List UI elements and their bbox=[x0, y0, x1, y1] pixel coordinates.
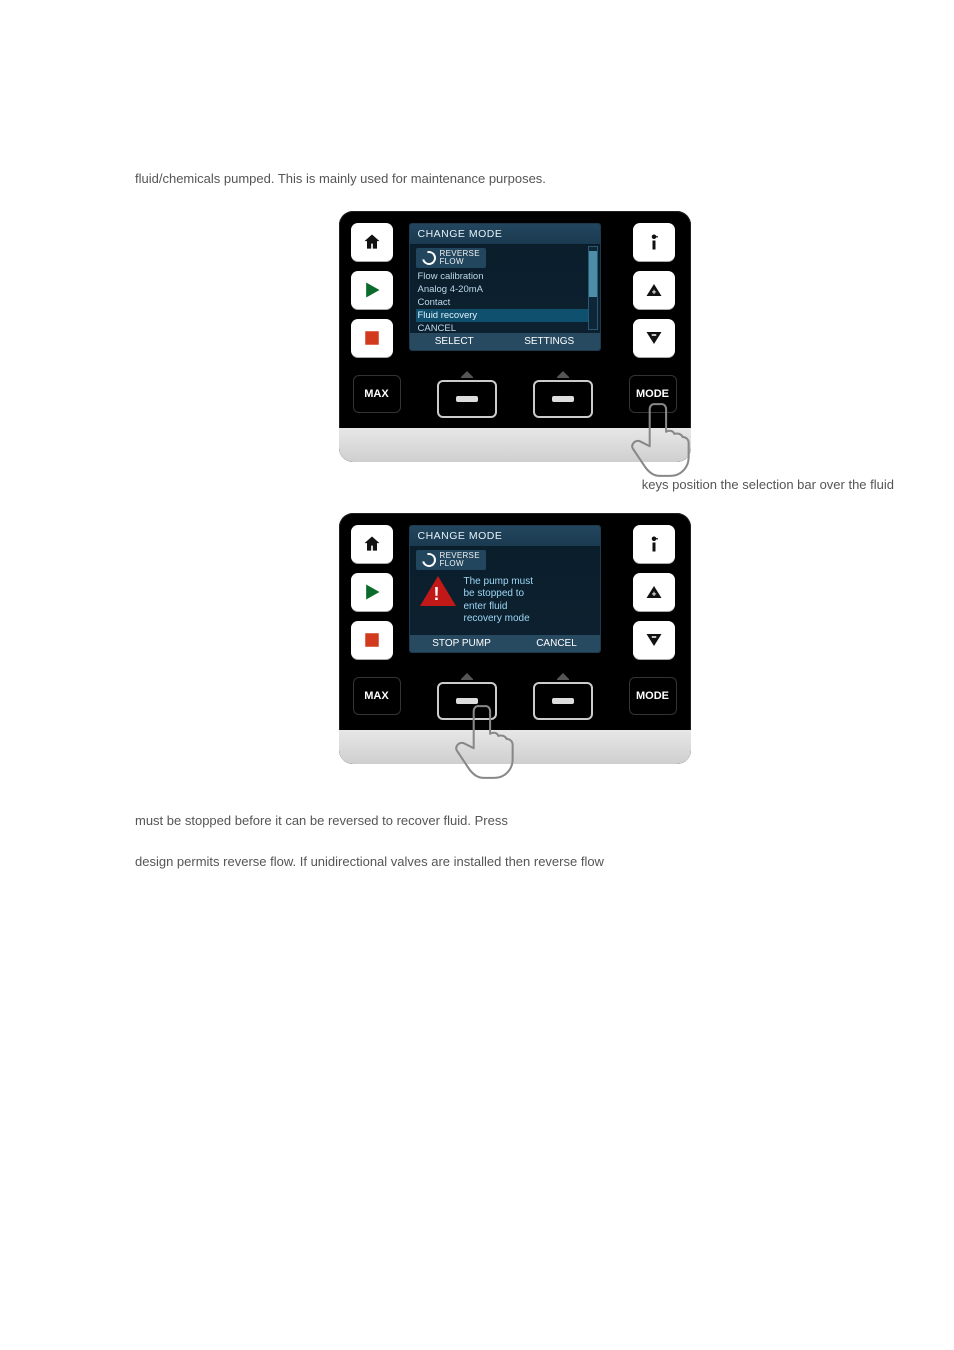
warning-icon bbox=[420, 576, 456, 606]
softkey-right[interactable] bbox=[533, 380, 593, 418]
home-button[interactable] bbox=[351, 223, 393, 261]
softkey-indicator-icon bbox=[557, 673, 569, 679]
bottom-key-row: MAX MODE bbox=[351, 673, 679, 730]
softkey-right-label: CANCEL bbox=[536, 638, 577, 649]
paragraph: fluid/chemicals pumped. This is mainly u… bbox=[135, 170, 894, 189]
figure-2: CHANGE MODE REVERSE FLOW The pump must b… bbox=[135, 513, 894, 764]
paragraph: must be stopped before it can be reverse… bbox=[135, 812, 894, 831]
stop-button[interactable] bbox=[351, 621, 393, 659]
reverse-flow-icon: REVERSE FLOW bbox=[416, 248, 486, 268]
softkey-labels: STOP PUMP CANCEL bbox=[410, 635, 600, 652]
max-button[interactable]: MAX bbox=[353, 375, 401, 413]
paragraph: design permits reverse flow. If unidirec… bbox=[135, 853, 894, 872]
svg-text:+: + bbox=[651, 287, 656, 296]
mode-button[interactable]: MODE bbox=[629, 677, 677, 715]
softkey-labels: SELECT SETTINGS bbox=[410, 333, 600, 350]
info-button[interactable] bbox=[633, 223, 675, 261]
caption: keys position the selection bar over the… bbox=[135, 476, 894, 495]
device-edge bbox=[339, 730, 691, 764]
play-button[interactable] bbox=[351, 573, 393, 611]
scrollbar[interactable] bbox=[588, 246, 598, 330]
device-edge bbox=[339, 428, 691, 462]
up-button[interactable]: + bbox=[633, 271, 675, 309]
softkey-left-label: STOP PUMP bbox=[432, 638, 491, 649]
softkey-left[interactable] bbox=[437, 682, 497, 720]
device-panel: CHANGE MODE REVERSE FLOW Flow calibratio… bbox=[339, 211, 691, 462]
page-body: fluid/chemicals pumped. This is mainly u… bbox=[135, 170, 894, 893]
warning-panel: The pump must be stopped to enter fluid … bbox=[410, 570, 600, 630]
menu-item[interactable]: Analog 4-20mA bbox=[416, 283, 594, 296]
warning-text: The pump must be stopped to enter fluid … bbox=[464, 576, 533, 626]
menu-item[interactable]: Contact bbox=[416, 296, 594, 309]
down-button[interactable] bbox=[633, 621, 675, 659]
softkey-indicator-icon bbox=[557, 371, 569, 377]
home-button[interactable] bbox=[351, 525, 393, 563]
down-button[interactable] bbox=[633, 319, 675, 357]
menu-list: Flow calibration Analog 4-20mA Contact F… bbox=[410, 268, 600, 335]
softkey-right[interactable] bbox=[533, 682, 593, 720]
play-button[interactable] bbox=[351, 271, 393, 309]
figure-1: CHANGE MODE REVERSE FLOW Flow calibratio… bbox=[135, 211, 894, 462]
reverse-flow-icon: REVERSE FLOW bbox=[416, 550, 486, 570]
softkey-indicator-icon bbox=[461, 371, 473, 377]
lcd-screen: CHANGE MODE REVERSE FLOW Flow calibratio… bbox=[409, 223, 601, 351]
softkey-left[interactable] bbox=[437, 380, 497, 418]
stop-button[interactable] bbox=[351, 319, 393, 357]
max-button[interactable]: MAX bbox=[353, 677, 401, 715]
menu-item-selected[interactable]: Fluid recovery bbox=[416, 309, 594, 322]
softkey-left-label: SELECT bbox=[435, 336, 474, 347]
lcd-screen: CHANGE MODE REVERSE FLOW The pump must b… bbox=[409, 525, 601, 653]
mode-button[interactable]: MODE bbox=[629, 375, 677, 413]
softkey-right-label: SETTINGS bbox=[524, 336, 574, 347]
device-panel: CHANGE MODE REVERSE FLOW The pump must b… bbox=[339, 513, 691, 764]
menu-item[interactable]: Flow calibration bbox=[416, 270, 594, 283]
bottom-key-row: MAX MODE bbox=[351, 371, 679, 428]
up-button[interactable]: + bbox=[633, 573, 675, 611]
svg-text:+: + bbox=[651, 589, 656, 598]
info-button[interactable] bbox=[633, 525, 675, 563]
softkey-indicator-icon bbox=[461, 673, 473, 679]
screen-title: CHANGE MODE bbox=[410, 526, 600, 547]
screen-title: CHANGE MODE bbox=[410, 224, 600, 245]
